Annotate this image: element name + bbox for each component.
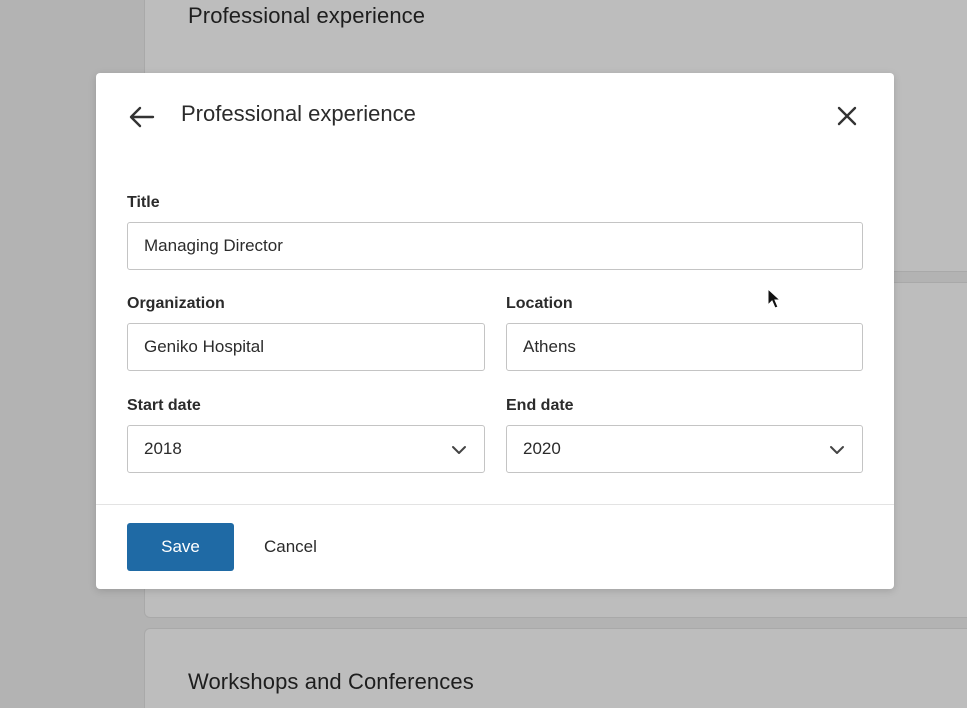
save-button[interactable]: Save (127, 523, 234, 571)
background-section-heading: Professional experience (188, 3, 426, 28)
location-input-value: Athens (523, 337, 576, 356)
title-label: Title (127, 194, 160, 211)
end-date-label: End date (506, 397, 574, 414)
location-label: Location (506, 295, 573, 312)
location-input[interactable]: Athens (506, 323, 863, 371)
footer-divider (96, 504, 894, 505)
organization-label: Organization (127, 295, 225, 312)
title-input[interactable]: Managing Director (127, 222, 863, 270)
end-date-select[interactable]: 2020 (506, 425, 863, 473)
start-date-value: 2018 (144, 439, 182, 458)
background-section-heading-workshops: Workshops and Conferences (188, 669, 474, 694)
organization-input-value: Geniko Hospital (144, 337, 265, 356)
organization-input[interactable]: Geniko Hospital (127, 323, 485, 371)
chevron-down-icon (450, 441, 468, 459)
start-date-select[interactable]: 2018 (127, 425, 485, 473)
mouse-cursor-icon (767, 288, 782, 309)
dialog-header: Professional experience (96, 73, 894, 157)
end-date-value: 2020 (523, 439, 561, 458)
chevron-down-icon (828, 441, 846, 459)
background-card-workshops (144, 628, 967, 708)
cancel-button[interactable]: Cancel (264, 523, 317, 571)
start-date-label: Start date (127, 397, 201, 414)
professional-experience-dialog: Professional experience Title Managing D… (96, 73, 894, 589)
arrow-left-icon (129, 106, 155, 128)
close-button[interactable] (830, 99, 864, 133)
close-icon (837, 106, 857, 126)
dialog-title: Professional experience (181, 101, 416, 126)
title-input-value: Managing Director (144, 236, 283, 255)
back-button[interactable] (126, 101, 158, 133)
